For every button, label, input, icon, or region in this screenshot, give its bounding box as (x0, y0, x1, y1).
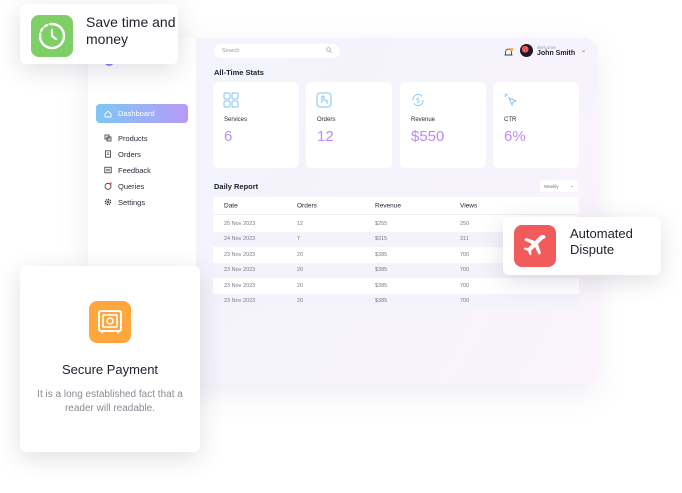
stat-card-orders: Orders 12 (306, 82, 392, 168)
save-time-text: Save time and money (86, 14, 176, 47)
stat-label: CTR (504, 117, 517, 123)
orders-icon (104, 150, 112, 158)
cell-revenue: $385 (375, 251, 388, 258)
search-placeholder: Search (222, 48, 240, 54)
cell-revenue: $385 (375, 298, 388, 305)
table-header: Date Orders Revenue Views (213, 197, 579, 215)
cell-views: 250 (460, 220, 470, 227)
cell-date: 24 Nov 2023 (224, 236, 256, 243)
dollar-refresh-icon: $ (410, 92, 476, 108)
stat-card-ctr: CTR 6% (493, 82, 579, 168)
cell-orders: 20 (297, 282, 304, 289)
stat-card-services: Services 6 (213, 82, 299, 168)
cell-date: 23 Nov 2023 (224, 298, 256, 305)
cell-revenue: $315 (375, 236, 388, 243)
secure-payment-card: Secure Payment It is a long established … (20, 266, 200, 452)
column-header: Date (224, 202, 238, 209)
user-menu[interactable]: Welcome John Smith ⌄ (520, 44, 586, 57)
cell-date: 25 Nov 2023 (224, 220, 256, 227)
safe-icon (89, 301, 131, 343)
sidebar-item-label: Queries (118, 181, 145, 191)
period-select[interactable]: Weekly ⌄ (540, 180, 578, 192)
cell-views: 700 (460, 298, 470, 305)
avatar (520, 44, 533, 57)
user-name: John Smith (537, 49, 576, 57)
airplane-icon (514, 225, 556, 267)
cell-orders: 7 (297, 236, 301, 243)
cell-views: 700 (460, 251, 470, 258)
grid-icon (223, 92, 289, 108)
stat-label: Orders (317, 117, 336, 123)
stat-value: 6% (504, 128, 526, 145)
sidebar-item-label: Settings (118, 197, 146, 207)
gear-icon (104, 198, 112, 206)
feedback-icon (104, 166, 112, 174)
column-header: Revenue (375, 202, 402, 209)
sidebar-item-dashboard[interactable]: Dashboard (96, 104, 188, 123)
sidebar-item-products[interactable]: Products (96, 130, 188, 146)
table-row: 23 Nov 2023 20 $385 700 (213, 278, 579, 294)
chevron-down-icon: ⌄ (581, 48, 587, 54)
cell-views: 311 (460, 236, 469, 243)
hand-pointer-icon (316, 92, 382, 108)
save-time-card: Save time and money (20, 4, 178, 64)
period-select-value: Weekly (544, 183, 559, 189)
table-row: 23 Nov 2023 20 $385 700 (213, 293, 579, 309)
search-input[interactable]: Search (214, 44, 340, 58)
secure-payment-title: Secure Payment (61, 362, 159, 377)
sidebar-item-orders[interactable]: Orders (96, 146, 188, 162)
cell-revenue: $385 (375, 282, 388, 289)
queries-icon (104, 182, 112, 190)
sidebar-item-label: Dashboard (118, 109, 155, 118)
sidebar-item-label: Products (118, 133, 148, 143)
cell-views: 700 (460, 267, 470, 274)
cell-orders: 12 (297, 220, 304, 227)
cell-date: 23 Nov 2023 (224, 251, 256, 258)
stat-value: 6 (224, 128, 233, 145)
automated-dispute-text: Automated Dispute (570, 226, 633, 257)
automated-dispute-card: Automated Dispute (503, 217, 661, 275)
cell-date: 23 Nov 2023 (224, 267, 256, 274)
cursor-click-icon (503, 92, 569, 108)
clock-icon (31, 15, 73, 57)
search-icon (326, 47, 332, 55)
cell-revenue: $255 (375, 220, 388, 227)
sidebar-item-label: Orders (118, 149, 141, 159)
sidebar-item-queries[interactable]: Queries (96, 178, 188, 194)
report-title: Daily Report (214, 182, 259, 191)
stat-label: Services (224, 117, 248, 123)
stat-value: $550 (411, 128, 445, 145)
sidebar-nav: Dashboard Products Orders Feedback Queri… (96, 104, 188, 210)
chevron-down-icon: ⌄ (570, 183, 574, 188)
secure-payment-description: It is a long established fact that a rea… (37, 389, 183, 414)
column-header: Orders (297, 202, 317, 209)
cell-orders: 20 (297, 298, 304, 305)
cell-orders: 20 (297, 251, 304, 258)
cell-revenue: $385 (375, 267, 388, 274)
stats-title: All-Time Stats (214, 68, 264, 77)
bell-icon[interactable] (503, 45, 514, 56)
products-icon (104, 134, 112, 142)
stat-label: Revenue (411, 117, 436, 123)
stat-value: 12 (317, 128, 334, 145)
cell-views: 700 (460, 282, 470, 289)
cell-orders: 20 (297, 267, 304, 274)
column-header: Views (460, 202, 478, 209)
sidebar-item-settings[interactable]: Settings (96, 194, 188, 210)
sidebar-item-label: Feedback (118, 165, 151, 175)
sidebar-item-feedback[interactable]: Feedback (96, 162, 188, 178)
cell-date: 23 Nov 2023 (224, 282, 256, 289)
home-icon (104, 110, 112, 118)
stat-card-revenue: $ Revenue $550 (400, 82, 486, 168)
svg-text:$: $ (416, 97, 420, 105)
